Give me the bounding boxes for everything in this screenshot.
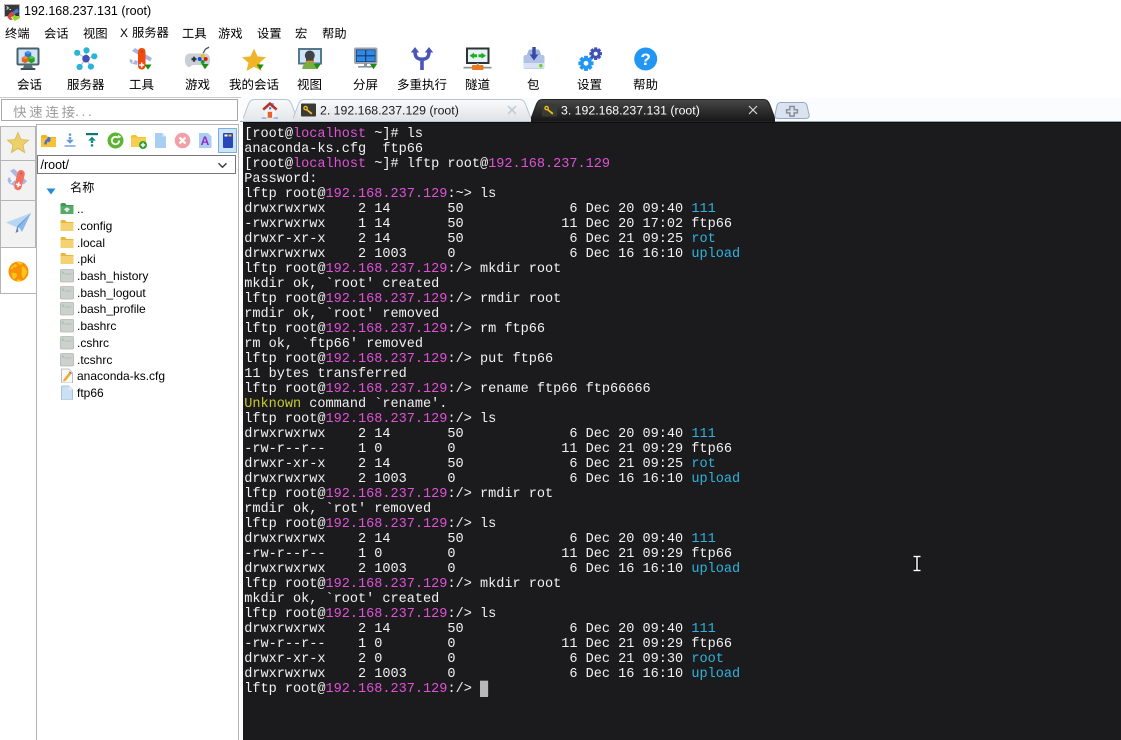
svg-text:A: A: [201, 134, 210, 148]
svg-text:?: ?: [640, 50, 650, 69]
svg-text:2. 192.168.237.129 (root): 2. 192.168.237.129 (root): [320, 104, 459, 118]
svg-text:3. 192.168.237.131 (root): 3. 192.168.237.131 (root): [561, 104, 700, 118]
